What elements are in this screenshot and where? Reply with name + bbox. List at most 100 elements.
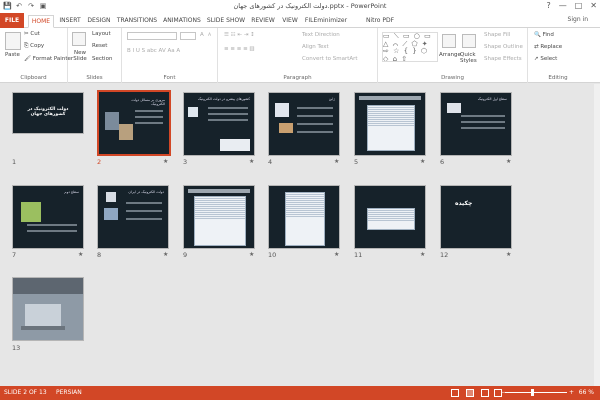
slide-thumbnail-11[interactable] (354, 185, 426, 249)
slide-thumbnail-2[interactable]: مروری بر مسائل دولت الکترونیک (97, 90, 171, 156)
redo-icon[interactable]: ↷ (27, 2, 35, 10)
tab-transitions[interactable]: TRANSITIONS (116, 15, 158, 28)
cut-button[interactable]: ✂ Cut (24, 31, 40, 37)
tab-view[interactable]: VIEW (280, 15, 300, 28)
new-slide-icon[interactable] (72, 32, 86, 46)
paste-button[interactable]: Paste (5, 52, 20, 58)
slide-image (106, 192, 116, 202)
slide-title-bar (188, 189, 250, 193)
slide-thumbnail-9[interactable] (183, 185, 255, 249)
select-button[interactable]: ➚ Select (534, 56, 557, 62)
quick-styles-button[interactable]: Quick Styles (460, 52, 480, 64)
slide-thumbnail-13[interactable] (12, 277, 84, 341)
minimize-button[interactable]: — (559, 1, 567, 10)
tab-fileminimizer[interactable]: FILEminimizer (304, 15, 348, 28)
slide-sorter-view-icon[interactable] (466, 389, 474, 397)
help-icon[interactable]: ? (546, 1, 550, 10)
tab-insert[interactable]: INSERT (58, 15, 82, 28)
slide-thumbnail-10[interactable] (268, 185, 340, 249)
new-slide-button[interactable]: New Slide (70, 50, 90, 62)
bullets-buttons[interactable]: ☰ ☷ ⇤ ⇥ ↕ (224, 32, 255, 38)
cut-label: Cut (30, 31, 40, 37)
start-slideshow-icon[interactable]: ▣ (39, 2, 47, 10)
slide-3-title: کشورهای پیشرو در دولت الکترونیک (198, 97, 250, 101)
shape-fill-button[interactable]: Shape Fill (484, 32, 510, 38)
slide-image (13, 278, 83, 294)
close-button[interactable]: ✕ (590, 1, 597, 10)
grow-font-button[interactable]: A (200, 32, 204, 38)
slide-thumbnail-12[interactable]: چکیده (440, 185, 512, 249)
slide-number: 11 (354, 251, 363, 259)
maximize-button[interactable]: □ (575, 1, 583, 10)
arrange-button[interactable]: Arrange (439, 52, 461, 58)
slide-12-title: چکیده (455, 200, 473, 207)
tab-nitro-pdf[interactable]: Nitro PDF Professional (350, 15, 410, 36)
slide-text-line (297, 131, 333, 133)
slide-text-line (135, 122, 163, 124)
language-indicator[interactable]: PERSIAN (56, 386, 82, 400)
tab-home[interactable]: HOME (28, 15, 54, 28)
slide-text-line (27, 224, 77, 226)
slide-thumbnail-8[interactable]: دولت الکترونیک در ایران (97, 185, 169, 249)
status-bar: SLIDE 2 OF 13 PERSIAN − + 66 % (0, 386, 600, 400)
find-button[interactable]: 🔍 Find (534, 32, 554, 38)
font-name-combo[interactable] (127, 32, 177, 40)
reset-button[interactable]: Reset (92, 43, 107, 49)
transition-star-icon: ★ (249, 251, 255, 258)
zoom-slider[interactable] (505, 392, 567, 393)
paragraph-label: Paragraph (283, 75, 312, 81)
slide-thumbnail-4[interactable]: ژاپن (268, 92, 340, 156)
replace-button[interactable]: ⇄ Replace (534, 44, 562, 50)
tab-file[interactable]: FILE (0, 13, 24, 28)
tab-animations[interactable]: ANIMATIONS (162, 15, 202, 28)
slide-thumbnail-7[interactable]: سطح دوم (12, 185, 84, 249)
section-button[interactable]: Section (92, 56, 112, 62)
reading-view-icon[interactable] (481, 389, 489, 397)
slide-text-line (27, 230, 77, 232)
copy-button[interactable]: ⎘ Copy (24, 43, 44, 50)
shapes-gallery[interactable]: ▭ ⟍ ▭ ○ ▭ △ ⌒ ⟋ ⬠ ✦ ⇨ ☆ { } ⬡ ◇ ⌂ ⇧ (382, 32, 438, 62)
vertical-scrollbar[interactable] (594, 84, 600, 386)
shrink-font-button[interactable]: A (208, 33, 211, 38)
slide-text-line (126, 218, 162, 220)
slide-image (104, 208, 118, 220)
save-icon[interactable]: 💾 (3, 2, 12, 10)
zoom-level[interactable]: 66 % (579, 386, 594, 400)
slide-thumbnail-5[interactable] (354, 92, 426, 156)
convert-smartart-button[interactable]: Convert to SmartArt (302, 56, 358, 62)
tab-slide-show[interactable]: SLIDE SHOW (206, 15, 246, 28)
slide-2-title: مروری بر مسائل دولت الکترونیک (131, 98, 165, 106)
align-text-button[interactable]: Align Text (302, 44, 329, 50)
zoom-out-button[interactable]: − (501, 386, 506, 400)
align-buttons[interactable]: ≡ ≡ ≡ ≡ ▥ (224, 46, 255, 52)
slide-thumbnail-1[interactable]: دولت الکترونیک در کشورهای جهان (12, 92, 84, 134)
quick-styles-icon[interactable] (462, 34, 476, 48)
shape-effects-button[interactable]: Shape Effects (484, 56, 522, 62)
font-style-buttons[interactable]: B I U S abc AV Aa A (127, 48, 180, 54)
slide-image (220, 139, 250, 151)
slide-thumbnail-3[interactable]: کشورهای پیشرو در دولت الکترونیک (183, 92, 255, 156)
text-direction-button[interactable]: Text Direction (302, 32, 340, 38)
select-label: Select (540, 56, 558, 62)
zoom-slider-thumb[interactable] (531, 389, 534, 396)
slide-thumbnail-6[interactable]: سطح اول الکترونیک (440, 92, 512, 156)
slide-text-line (126, 202, 162, 204)
slide-image (21, 326, 65, 330)
normal-view-icon[interactable] (451, 389, 459, 397)
slide-title-bar (359, 96, 421, 100)
font-size-combo[interactable] (180, 32, 196, 40)
undo-icon[interactable]: ↶ (15, 2, 23, 10)
tab-design[interactable]: DESIGN (86, 15, 112, 28)
slide-text-line (297, 107, 333, 109)
zoom-in-button[interactable]: + (569, 386, 574, 400)
arrange-icon[interactable] (442, 34, 456, 48)
copy-label: Copy (30, 43, 45, 49)
sign-in-link[interactable]: Sign in (568, 16, 588, 23)
slide-table (367, 105, 415, 151)
paste-icon[interactable] (5, 32, 21, 50)
shape-outline-button[interactable]: Shape Outline (484, 44, 523, 50)
slide-number: 1 (12, 158, 17, 166)
layout-button[interactable]: Layout (92, 31, 111, 37)
format-painter-button[interactable]: 🖌 Format Painter (24, 56, 73, 62)
tab-review[interactable]: REVIEW (250, 15, 276, 28)
